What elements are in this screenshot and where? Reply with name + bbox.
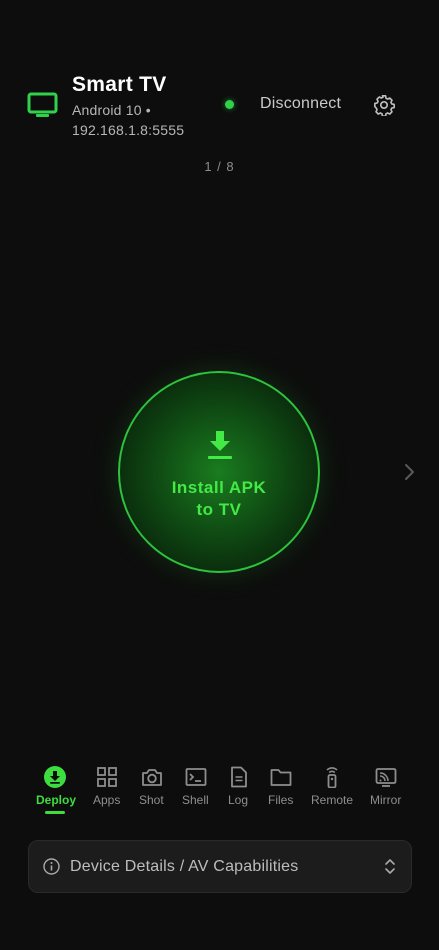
grid-icon [97, 767, 117, 787]
tab-label: Mirror [370, 793, 402, 807]
tab-remote[interactable]: Remote [310, 762, 354, 818]
gear-icon[interactable] [373, 94, 395, 116]
tab-shot[interactable]: Shot [138, 762, 166, 818]
device-name: Smart TV [72, 73, 167, 96]
tab-log[interactable]: Log [227, 762, 251, 818]
active-tab-indicator [45, 811, 65, 814]
device-os: Android 10 • [72, 102, 151, 118]
page-indicator: 1 / 8 [204, 159, 235, 174]
tab-label: Log [228, 793, 249, 807]
download-circle-icon [44, 766, 66, 788]
device-address: 192.168.1.8:5555 [72, 121, 185, 138]
info-icon [43, 858, 60, 875]
tab-label: Files [268, 793, 294, 807]
remote-icon [326, 767, 338, 788]
connection-status-dot [225, 100, 234, 109]
device-details-label: Device Details / AV Capabilities [70, 858, 299, 875]
tab-label: Deploy [36, 793, 77, 807]
device-header: Smart TV Android 10 • 192.168.1.8:5555 D… [0, 0, 439, 150]
folder-icon [270, 769, 292, 786]
tab-shell[interactable]: Shell [181, 762, 211, 818]
tab-apps[interactable]: Apps [93, 762, 123, 818]
tab-label: Shell [182, 793, 209, 807]
chevron-up-down-icon [385, 859, 395, 874]
tab-label: Apps [93, 793, 121, 807]
tab-mirror[interactable]: Mirror [369, 762, 405, 818]
install-apk-label: Install APK to TV [120, 477, 318, 521]
install-apk-button[interactable]: Install APK to TV [118, 371, 320, 573]
device-details-toggle[interactable]: Device Details / AV Capabilities [28, 840, 412, 893]
tab-label: Remote [311, 793, 354, 807]
camera-icon [142, 769, 162, 786]
tab-files[interactable]: Files [267, 762, 295, 818]
disconnect-button[interactable]: Disconnect [260, 95, 341, 113]
document-icon [231, 766, 247, 788]
install-apk-label-line1: Install APK [171, 478, 267, 497]
tab-label: Shot [139, 793, 164, 807]
download-icon [208, 431, 232, 459]
device-info: Android 10 • 192.168.1.8:5555 [72, 101, 212, 140]
cast-icon [375, 768, 397, 787]
terminal-icon [185, 768, 207, 786]
install-apk-label-line2: to TV [196, 500, 242, 519]
tab-deploy[interactable]: Deploy [36, 762, 76, 818]
chevron-right-icon[interactable] [402, 463, 416, 481]
tv-icon [27, 92, 58, 117]
bottom-tab-bar: Deploy Apps Shot Shell Log Files Remote … [0, 762, 439, 818]
